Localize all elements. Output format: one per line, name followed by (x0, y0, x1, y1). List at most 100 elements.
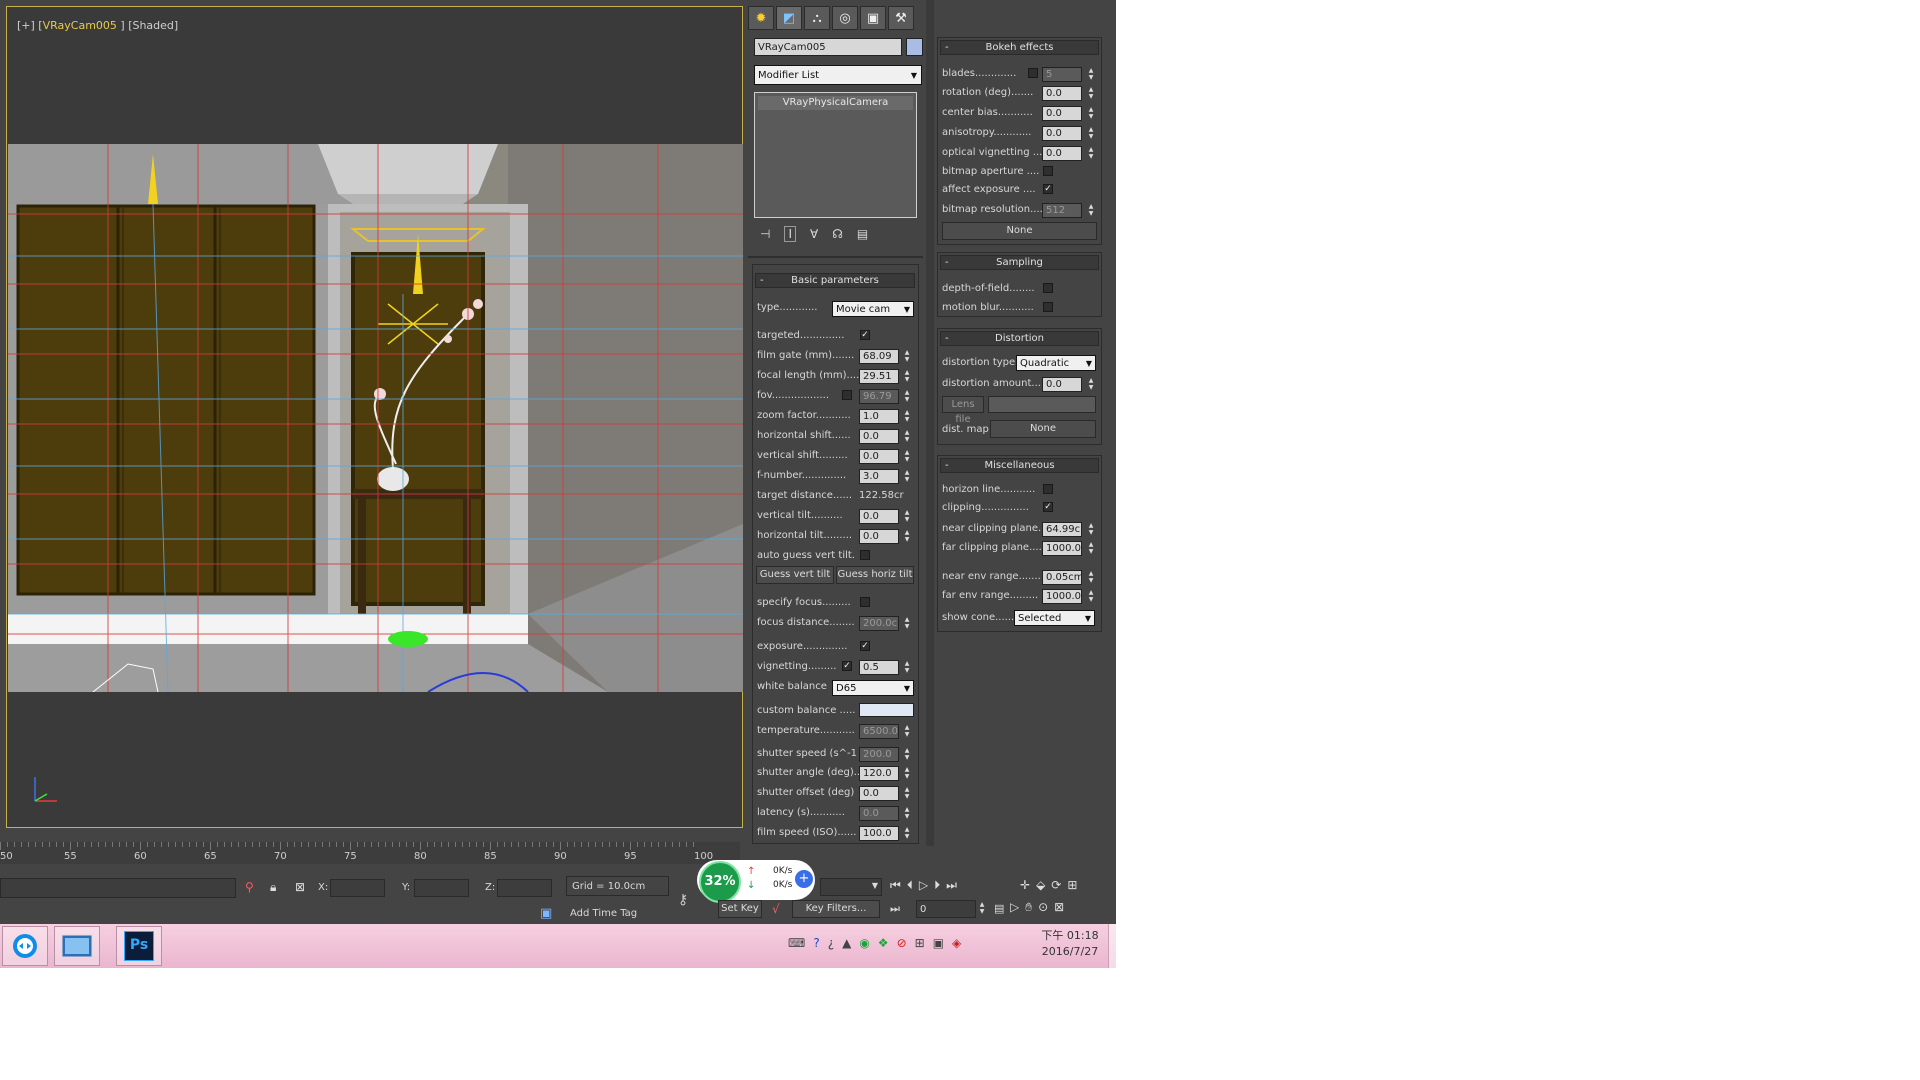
shutter-angle-spinner[interactable]: ▲ ▼ (903, 766, 911, 780)
horizontal-shift-spinner[interactable]: ▲ ▼ (903, 429, 911, 443)
key-mode-dropdown[interactable]: ▼ (820, 878, 882, 896)
bitmap-resolution-field[interactable]: 512 (1042, 203, 1082, 218)
depth-of-field-checkbox[interactable] (1043, 283, 1053, 293)
object-name-field[interactable]: VRayCam005 (754, 38, 902, 56)
volume-muted-icon[interactable]: ⊘ (897, 936, 907, 956)
make-unique-icon[interactable]: ∀ (810, 227, 818, 241)
far-clipping-spinner[interactable]: ▲ ▼ (1087, 541, 1095, 555)
targeted-checkbox[interactable]: ✓ (860, 330, 870, 340)
selection-lock-icon[interactable]: ⚲ (245, 880, 254, 894)
network-icon[interactable]: ❖ (878, 936, 889, 956)
taskbar-photo-viewer[interactable] (54, 926, 100, 966)
temperature-spinner[interactable]: ▲ ▼ (903, 724, 911, 738)
vignetting-spinner[interactable]: ▲ ▼ (903, 660, 911, 674)
shutter-speed-field[interactable]: 200.0 (859, 747, 899, 762)
latency-spinner[interactable]: ▲ ▼ (903, 806, 911, 820)
lens-file-path-field[interactable] (988, 396, 1096, 413)
shutter-offset-spinner[interactable]: ▲ ▼ (903, 786, 911, 800)
clock[interactable]: 下午 01:18 2016/7/27 (1035, 928, 1105, 960)
maximize-viewport-icon[interactable]: ⊞ (1067, 878, 1077, 896)
min-max-toggle-icon[interactable]: ⊠ (1054, 900, 1064, 918)
tray-up-icon[interactable]: ▲ (842, 936, 851, 956)
lock-icon[interactable]: 🔒︎ (270, 880, 276, 895)
time-configuration-icon[interactable]: ▤ (994, 902, 1004, 915)
viewport-label[interactable]: [+] [VRayCam005 ] [Shaded] (17, 19, 178, 32)
windows-flag-icon[interactable]: ⊞ (915, 936, 925, 956)
f-number-field[interactable]: 3.0 (859, 469, 899, 484)
bokeh-map-none-button[interactable]: None (942, 222, 1097, 240)
add-icon[interactable]: + (795, 870, 813, 888)
fov-spinner[interactable]: ▲ ▼ (903, 389, 911, 403)
x-coord-field[interactable] (330, 879, 385, 897)
auto-guess-vert-tilt-checkbox[interactable] (860, 550, 870, 560)
panel-column-separator[interactable] (926, 0, 934, 846)
vertical-tilt-spinner[interactable]: ▲ ▼ (903, 509, 911, 523)
focus-distance-field[interactable]: 200.0cr (859, 616, 899, 631)
near-env-range-field[interactable]: 0.05cm (1042, 570, 1082, 585)
shutter-speed-spinner[interactable]: ▲ ▼ (903, 747, 911, 761)
anisotropy-field[interactable]: 0.0 (1042, 126, 1082, 141)
sampling-header[interactable]: - Sampling (940, 255, 1099, 270)
horizontal-shift-field[interactable]: 0.0 (859, 429, 899, 444)
specify-focus-checkbox[interactable] (860, 597, 870, 607)
custom-balance-swatch[interactable] (859, 703, 914, 717)
zoom-icon[interactable]: ✛ (1020, 878, 1030, 896)
absolute-mode-icon[interactable]: ⊠ (295, 880, 305, 894)
zoom-factor-field[interactable]: 1.0 (859, 409, 899, 424)
show-end-result-icon[interactable]: I (784, 226, 796, 242)
go-to-end-icon[interactable]: ⏭ (946, 878, 957, 896)
guess-vert-tilt-button[interactable]: Guess vert tilt (756, 566, 834, 584)
guess-horiz-tilt-button[interactable]: Guess horiz tilt (836, 566, 914, 584)
viewport-label-prefix[interactable]: [+] [ (17, 19, 43, 32)
modifier-stack[interactable]: VRayPhysicalCamera (754, 92, 917, 218)
network-monitor-widget[interactable]: 32% ↑ ↓ 0K/s 0K/s + (697, 860, 815, 903)
configure-sets-icon[interactable]: ▤ (857, 227, 868, 241)
modify-icon[interactable]: ◩ (776, 6, 802, 30)
film-gate-field[interactable]: 68.09 (859, 349, 899, 364)
field-of-view-icon[interactable]: ▷ (1010, 900, 1019, 918)
pin-stack-icon[interactable]: ⊣ (760, 227, 770, 241)
affect-exposure-checkbox[interactable]: ✓ (1043, 184, 1053, 194)
stack-item-vrayphysicalcamera[interactable]: VRayPhysicalCamera (758, 96, 913, 110)
utilities-icon[interactable]: ⚒ (888, 6, 914, 30)
current-frame-field[interactable]: 0 (916, 900, 976, 918)
bitmap-resolution-spinner[interactable]: ▲ ▼ (1087, 203, 1095, 217)
taskbar-photoshop[interactable]: Ps (116, 926, 162, 966)
focal-length-spinner[interactable]: ▲ ▼ (903, 369, 911, 383)
zoom-factor-spinner[interactable]: ▲ ▼ (903, 409, 911, 423)
key-icon[interactable]: ⚷ (678, 892, 688, 908)
shutter-angle-field[interactable]: 120.0 (859, 766, 899, 781)
far-env-range-spinner[interactable]: ▲ ▼ (1087, 589, 1095, 603)
maxscript-listener-field[interactable] (0, 878, 236, 898)
distortion-type-dropdown[interactable]: Quadratic ▼ (1016, 355, 1096, 371)
z-coord-field[interactable] (497, 879, 552, 897)
fov-field[interactable]: 96.79 (859, 389, 899, 404)
zoom-all-icon[interactable]: ⬙ (1036, 878, 1045, 896)
set-key-button[interactable]: Set Key (718, 900, 762, 918)
next-frame-icon[interactable]: ⏵ (934, 878, 940, 896)
ime-icon[interactable]: ¿ (828, 936, 834, 956)
motion-blur-checkbox[interactable] (1043, 302, 1053, 312)
shutter-offset-field[interactable]: 0.0 (859, 786, 899, 801)
blades-spinner[interactable]: ▲ ▼ (1087, 67, 1095, 81)
hierarchy-icon[interactable]: ⛬ (804, 6, 830, 30)
viewport-shading[interactable]: ] [Shaded] (117, 19, 178, 32)
time-tag-icon[interactable]: ▣ (540, 906, 552, 921)
key-mode-toggle-icon[interactable]: ⏭ (890, 902, 900, 916)
focal-length-field[interactable]: 29.51 (859, 369, 899, 384)
help-icon[interactable]: ? (813, 936, 819, 956)
center-bias-spinner[interactable]: ▲ ▼ (1087, 106, 1095, 120)
previous-frame-icon[interactable]: ⏴ (907, 878, 913, 896)
add-time-tag-label[interactable]: Add Time Tag (570, 908, 637, 919)
blades-checkbox[interactable] (1028, 68, 1038, 78)
distortion-amount-field[interactable]: 0.0 (1042, 377, 1082, 392)
center-bias-field[interactable]: 0.0 (1042, 106, 1082, 121)
optical-vignetting-field[interactable]: 0.0 (1042, 146, 1082, 161)
rotation-field[interactable]: 0.0 (1042, 86, 1082, 101)
anisotropy-spinner[interactable]: ▲ ▼ (1087, 126, 1095, 140)
near-env-range-spinner[interactable]: ▲ ▼ (1087, 570, 1095, 584)
current-frame-spinner[interactable]: ▲ ▼ (978, 901, 986, 915)
viewport-camera-name[interactable]: VRayCam005 (43, 19, 117, 32)
play-icon[interactable]: ▷ (919, 878, 928, 896)
lens-file-button[interactable]: Lens file (942, 396, 984, 425)
